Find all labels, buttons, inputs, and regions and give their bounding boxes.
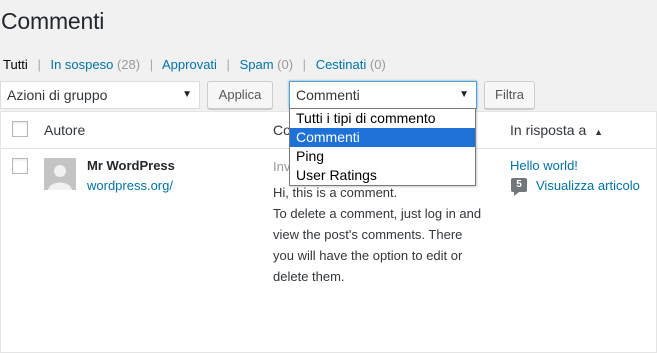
post-title-link[interactable]: Hello world! [510,158,578,173]
filter-pending-count: (28) [116,57,141,72]
separator: | [226,57,230,72]
comment-line: delete them. [273,269,345,284]
comment-status-filters: Tutti | In sospeso (28) | Approvati | Sp… [3,57,386,72]
column-author[interactable]: Autore [44,122,85,138]
separator: | [149,57,154,72]
author-name: Mr WordPress [87,158,175,173]
filter-spam-label: Spam [239,57,274,72]
comment-line: To delete a comment, just log in and [273,206,482,221]
filter-pending-label: In sospeso [50,57,114,72]
filter-trash-count: (0) [369,57,386,72]
row-checkbox[interactable] [12,158,28,174]
column-response[interactable]: In risposta a ▲ [510,122,603,138]
filter-all[interactable]: Tutti [3,57,28,72]
comment-type-dropdown: Tutti i tipi di commento Commenti Ping U… [289,108,476,186]
user-silhouette-icon [44,158,76,190]
comment-type-value: Commenti [296,87,360,103]
sort-up-icon: ▲ [594,127,604,137]
filter-trash-label: Cestinati [315,57,367,72]
option-comments[interactable]: Commenti [290,128,475,147]
comment-count-badge[interactable]: 5 [511,178,527,196]
filter-spam-count: (0) [277,57,294,72]
filter-pending[interactable]: In sospeso (28) [50,57,140,72]
comment-body: Hi, this is a comment. To delete a comme… [273,182,503,287]
bulk-actions-value: Azioni di gruppo [7,87,108,103]
chevron-down-icon: ▼ [182,89,192,100]
apply-button[interactable]: Applica [207,81,273,109]
filter-trash[interactable]: Cestinati (0) [316,57,386,72]
view-post-link[interactable]: Visualizza articolo [536,178,640,193]
filter-spam[interactable]: Spam (0) [240,57,293,72]
option-ping[interactable]: Ping [290,147,475,166]
option-user-ratings[interactable]: User Ratings [290,166,475,185]
separator: | [302,57,307,72]
separator: | [37,57,41,72]
bulk-actions-select[interactable]: Azioni di gruppo ▼ [0,81,200,109]
filter-button[interactable]: Filtra [484,81,535,109]
chevron-down-icon: ▼ [459,89,469,100]
filter-approved[interactable]: Approvati [162,57,217,72]
author-url-link[interactable]: wordpress.org/ [87,178,173,193]
select-all-checkbox[interactable] [12,121,28,137]
comment-type-select[interactable]: Commenti ▼ [289,81,477,109]
comment-line: you will have the option to edit or [273,248,463,263]
column-response-label: In risposta a [510,122,587,138]
comment-line: view the post's comments. There [273,227,463,242]
page-title: Commenti [1,8,105,34]
option-all-types[interactable]: Tutti i tipi di commento [290,109,475,128]
avatar [44,158,76,190]
